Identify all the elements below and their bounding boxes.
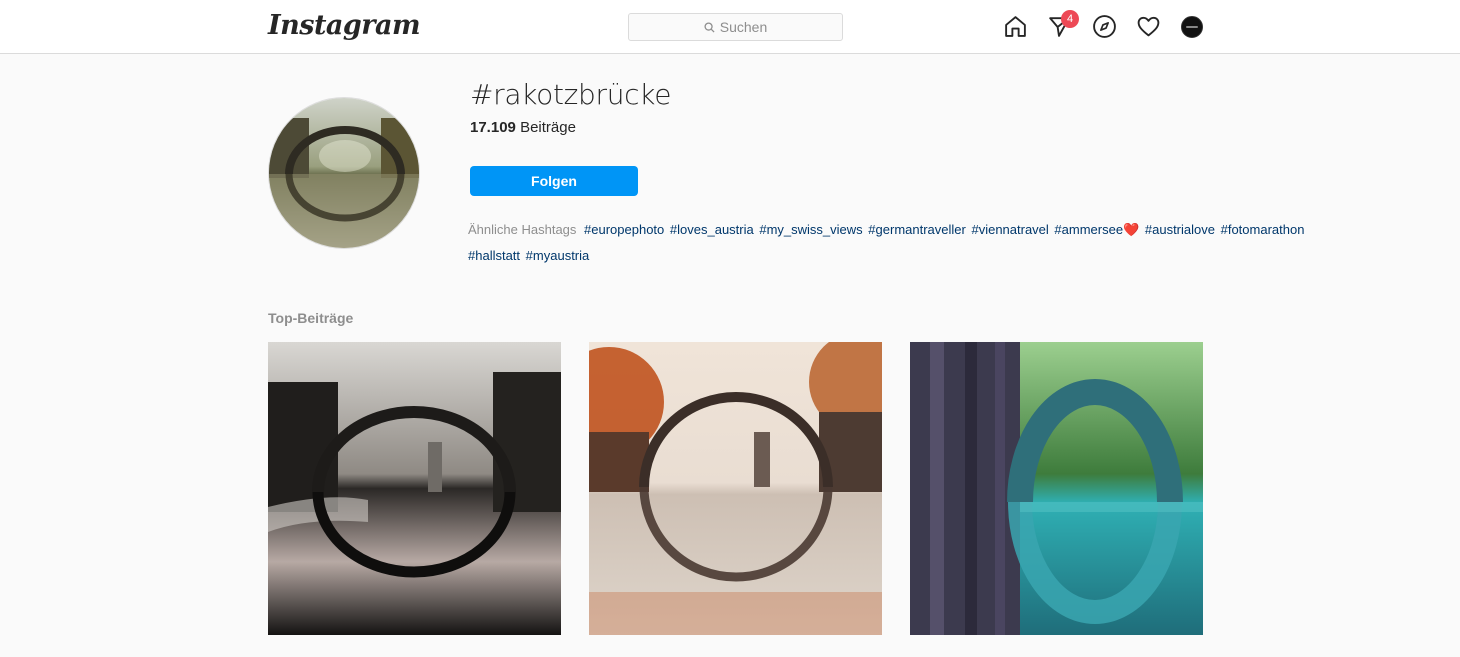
home-icon[interactable]	[1003, 14, 1028, 39]
post-count: 17.109 Beiträge	[470, 119, 576, 136]
post-thumbnail[interactable]	[910, 342, 1203, 635]
search-placeholder: Suchen	[719, 19, 768, 35]
activity-heart-icon[interactable]	[1136, 14, 1161, 39]
related-hashtag-link[interactable]: #myaustria	[526, 248, 590, 263]
post-thumbnail[interactable]	[268, 342, 561, 635]
post-thumbnail[interactable]	[589, 342, 882, 635]
related-hashtag-link[interactable]: #viennatravel	[971, 222, 1048, 237]
notification-badge: 4	[1061, 10, 1079, 28]
search-icon	[704, 21, 715, 33]
related-hashtag-link[interactable]: #europephoto	[584, 222, 664, 237]
post-count-value: 17.109	[470, 119, 516, 136]
instagram-logo[interactable]: Instagram	[268, 10, 421, 41]
related-hashtag-link[interactable]: #fotomarathon	[1221, 222, 1305, 237]
related-hashtags-label: Ähnliche Hashtags	[468, 222, 577, 237]
top-posts-title: Top-Beiträge	[268, 310, 354, 326]
related-hashtag-link[interactable]: #ammersee❤️	[1054, 222, 1139, 237]
related-hashtag-link[interactable]: #germantraveller	[868, 222, 966, 237]
related-hashtag-link[interactable]: #my_swiss_views	[759, 222, 862, 237]
hashtag-avatar	[268, 97, 420, 249]
post-count-label: Beiträge	[520, 119, 576, 136]
profile-avatar[interactable]	[1181, 16, 1203, 38]
search-input[interactable]: Suchen	[628, 13, 843, 41]
related-hashtag-link[interactable]: #austrialove	[1145, 222, 1215, 237]
hashtag-title: #rakotzbrücke	[470, 78, 672, 111]
related-hashtag-link[interactable]: #loves_austria	[670, 222, 754, 237]
related-hashtags: Ähnliche Hashtags #europephoto #loves_au…	[468, 217, 1328, 269]
related-hashtag-link[interactable]: #hallstatt	[468, 248, 520, 263]
top-navigation: Instagram Suchen 4	[0, 0, 1460, 54]
follow-button[interactable]: Folgen	[470, 166, 638, 196]
explore-icon[interactable]	[1092, 14, 1117, 39]
